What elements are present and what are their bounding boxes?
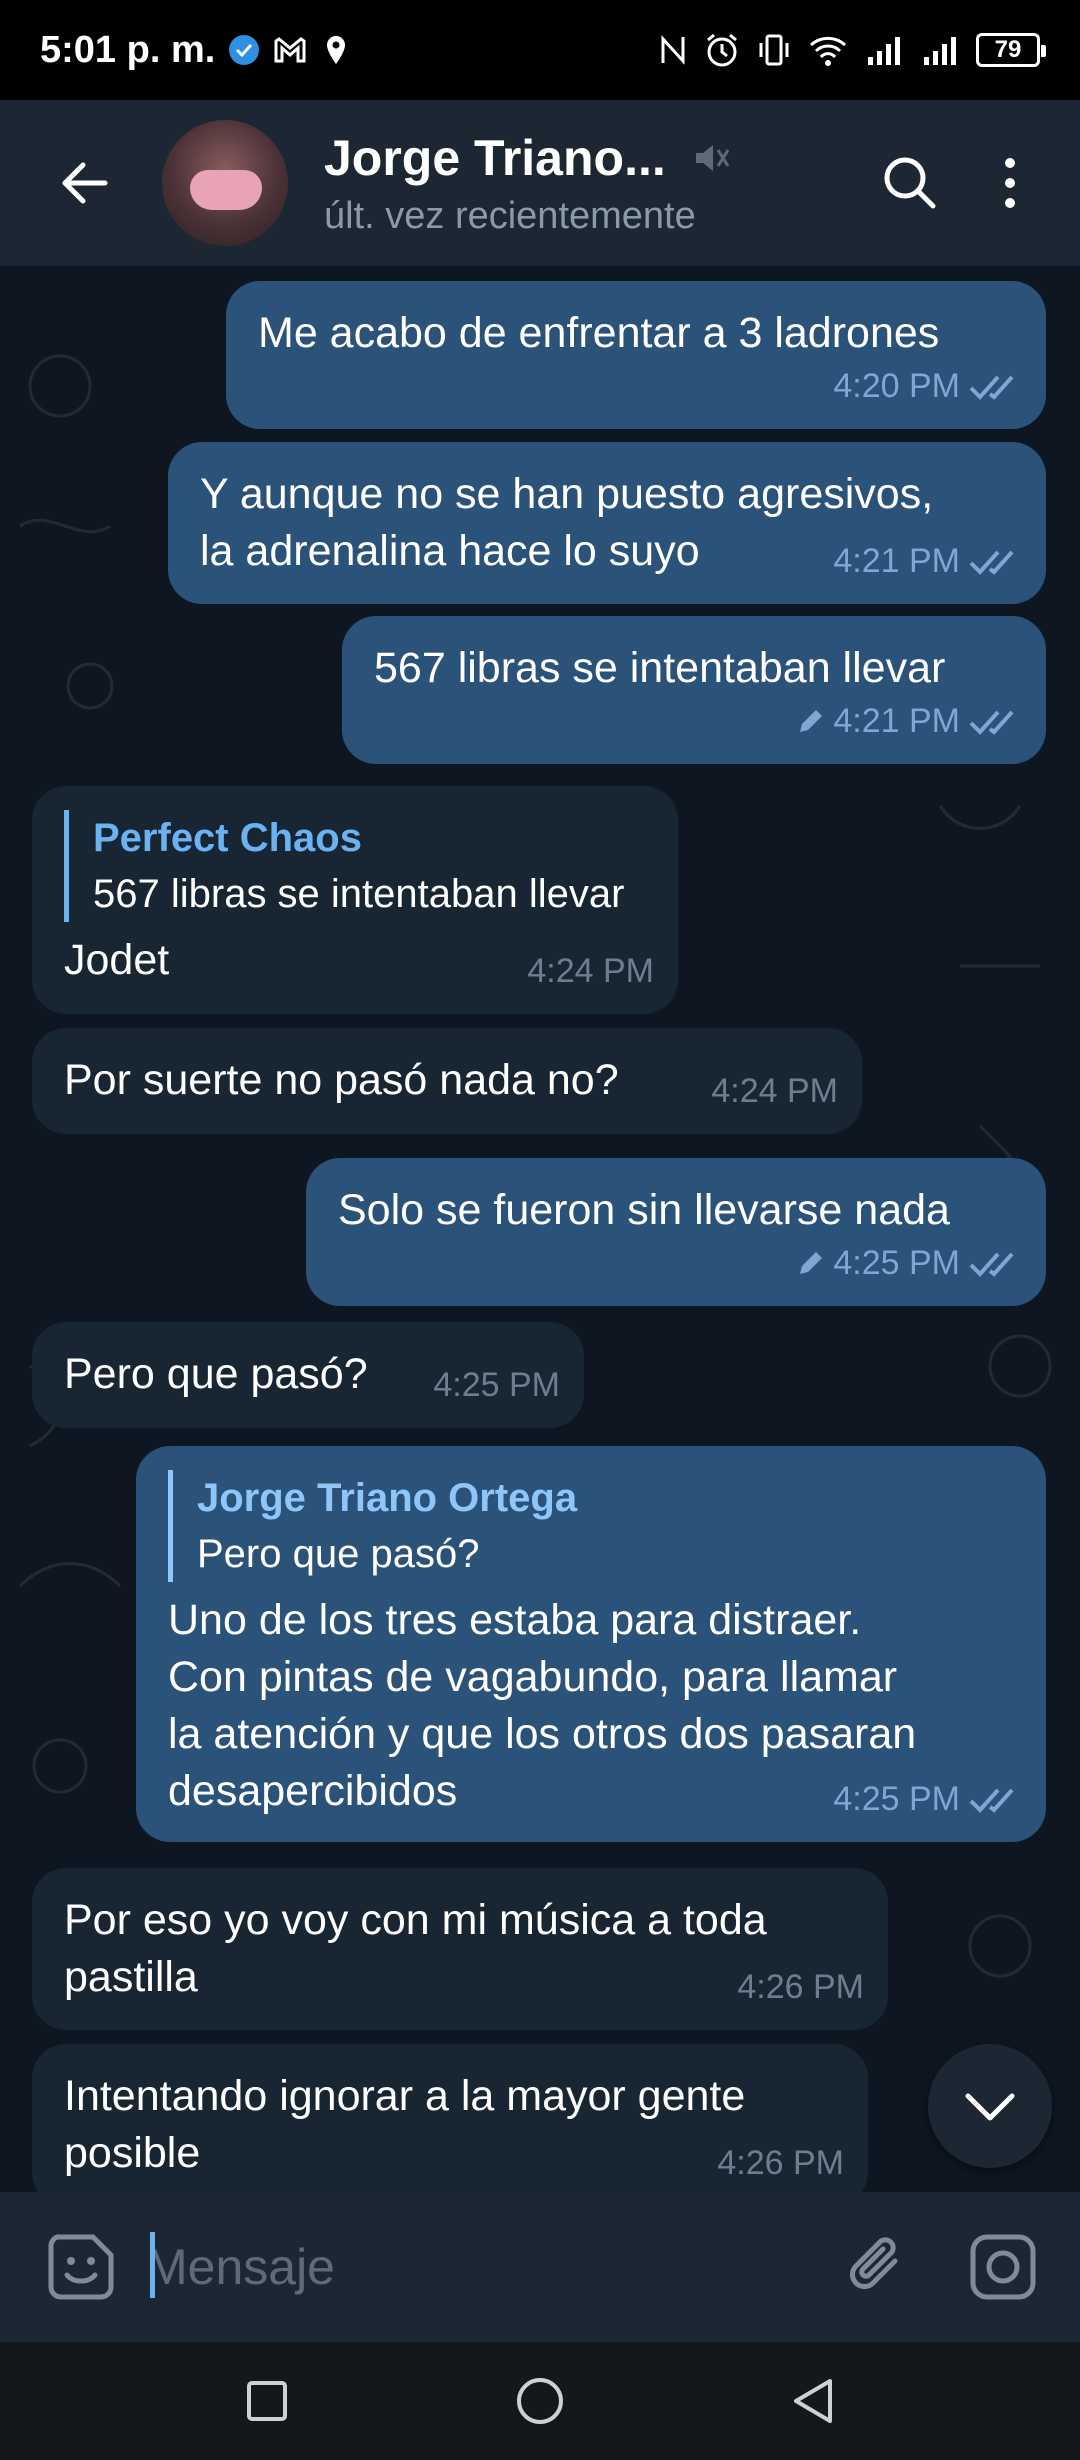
- battery-indicator: 79: [976, 33, 1046, 67]
- reply-text: Pero que pasó?: [197, 1532, 480, 1576]
- double-check-icon: [969, 1252, 1014, 1277]
- message-meta: 4:24 PM: [527, 943, 654, 1000]
- camera-icon: [970, 2234, 1036, 2300]
- message-meta: 4:21 PM: [833, 533, 1022, 590]
- message-time: 4:24 PM: [711, 1072, 838, 1110]
- message-bubble[interactable]: Por eso yo voy con mi música a toda past…: [32, 1868, 888, 2030]
- message-bubble[interactable]: Jorge Triano Ortega Pero que pasó? Uno d…: [136, 1446, 1046, 1842]
- message-time: 4:21 PM: [833, 702, 960, 740]
- nfc-icon: [661, 35, 685, 65]
- chat-status: últ. vez recientemente: [324, 194, 696, 237]
- message-text: Solo se fueron sin llevarse nada: [338, 1186, 950, 1234]
- chat-title: Jorge Triano...: [324, 129, 666, 186]
- message-meta: 4:24 PM: [711, 1063, 838, 1120]
- double-check-icon: [969, 375, 1014, 400]
- double-check-icon: [969, 710, 1014, 735]
- home-button[interactable]: [490, 2351, 590, 2451]
- reply-quote[interactable]: Jorge Triano Ortega Pero que pasó?: [168, 1470, 1014, 1582]
- wifi-icon: [809, 36, 847, 66]
- search-icon: [884, 157, 936, 209]
- gmail-icon: [274, 37, 306, 63]
- message-bubble[interactable]: 567 libras se intentaban llevar 4:21 PM: [342, 616, 1046, 764]
- reply-author: Jorge Triano Ortega: [197, 1476, 578, 1520]
- message-bubble[interactable]: Me acabo de enfrentar a 3 ladrones 4:20 …: [226, 281, 1046, 429]
- message-time: 4:21 PM: [833, 542, 960, 580]
- message-meta: 4:21 PM: [795, 693, 1022, 750]
- reply-author: Perfect Chaos: [93, 816, 362, 860]
- text-cursor: [150, 2232, 155, 2298]
- chevron-down-icon: [965, 2093, 1015, 2121]
- message-meta: 4:26 PM: [737, 1959, 864, 2016]
- status-time: 5:01 p. m.: [40, 28, 216, 71]
- message-time: 4:24 PM: [527, 952, 654, 990]
- chat-area[interactable]: Me acabo de enfrentar a 3 ladrones 4:20 …: [0, 266, 1080, 2192]
- message-meta: 4:20 PM: [833, 358, 1022, 415]
- message-text: 567 libras se intentaban llevar: [374, 644, 946, 692]
- message-time: 4:25 PM: [833, 1780, 960, 1818]
- app-notification-icon: [229, 35, 260, 65]
- message-meta: 4:25 PM: [833, 1771, 1022, 1828]
- more-vertical-icon: [1005, 158, 1015, 208]
- chat-header: Jorge Triano... últ. vez recientemente: [0, 100, 1080, 266]
- double-check-icon: [969, 550, 1014, 575]
- message-bubble[interactable]: Perfect Chaos 567 libras se intentaban l…: [32, 786, 678, 1014]
- message-time: 4:20 PM: [833, 367, 960, 405]
- status-left: 5:01 p. m.: [40, 29, 353, 72]
- chat-title-area[interactable]: Jorge Triano... últ. vez recientemente: [324, 129, 860, 238]
- message-input-bar: [0, 2192, 1080, 2342]
- emoji-button[interactable]: [26, 2212, 136, 2322]
- message-bubble[interactable]: Solo se fueron sin llevarse nada 4:25 PM: [306, 1158, 1046, 1306]
- message-time: 4:26 PM: [717, 2144, 844, 2182]
- vibrate-icon: [759, 34, 789, 66]
- scroll-down-button[interactable]: [928, 2044, 1052, 2168]
- search-button[interactable]: [860, 133, 960, 233]
- recents-button[interactable]: [217, 2351, 317, 2451]
- message-bubble[interactable]: Pero que pasó? 4:25 PM: [32, 1322, 584, 1428]
- message-time: 4:25 PM: [833, 1244, 960, 1282]
- message-input[interactable]: [146, 2217, 824, 2317]
- reply-text: 567 libras se intentaban llevar: [93, 872, 625, 916]
- message-time: 4:25 PM: [433, 1366, 560, 1404]
- system-navigation-bar: [0, 2342, 1080, 2460]
- message-bubble[interactable]: Y aunque no se han puesto agresivos, la …: [168, 442, 1046, 604]
- message-time: 4:26 PM: [737, 1968, 864, 2006]
- reply-quote[interactable]: Perfect Chaos 567 libras se intentaban l…: [64, 810, 646, 922]
- square-icon: [246, 2381, 287, 2421]
- message-bubble[interactable]: Por suerte no pasó nada no? 4:24 PM: [32, 1028, 862, 1134]
- message-meta: 4:25 PM: [433, 1357, 560, 1414]
- signal-1-icon: [868, 37, 900, 65]
- sticker-smile-icon: [48, 2234, 114, 2300]
- message-meta: 4:25 PM: [795, 1235, 1022, 1292]
- status-right: 79: [658, 32, 1046, 68]
- edited-pencil-icon: [800, 1251, 823, 1274]
- status-bar: 5:01 p. m. 79: [0, 0, 1080, 100]
- message-meta: 4:26 PM: [717, 2135, 844, 2192]
- arrow-left-icon: [62, 162, 108, 204]
- back-button[interactable]: [30, 128, 140, 238]
- edited-pencil-icon: [800, 709, 823, 732]
- camera-button[interactable]: [948, 2212, 1058, 2322]
- muted-icon: [695, 144, 730, 171]
- message-text: Me acabo de enfrentar a 3 ladrones: [258, 309, 940, 357]
- back-nav-button[interactable]: [763, 2351, 863, 2451]
- message-bubble[interactable]: Intentando ignorar a la mayor gente posi…: [32, 2044, 868, 2192]
- avatar[interactable]: [162, 120, 288, 246]
- title-row: Jorge Triano...: [324, 129, 860, 187]
- alarm-icon: [707, 33, 737, 67]
- attach-button[interactable]: [824, 2212, 934, 2322]
- double-check-icon: [969, 1788, 1014, 1813]
- location-icon: [327, 36, 346, 64]
- paperclip-icon: [850, 2237, 898, 2289]
- circle-icon: [516, 2378, 563, 2424]
- triangle-back-icon: [794, 2379, 833, 2423]
- more-options-button[interactable]: [960, 133, 1060, 233]
- signal-2-icon: [924, 37, 956, 65]
